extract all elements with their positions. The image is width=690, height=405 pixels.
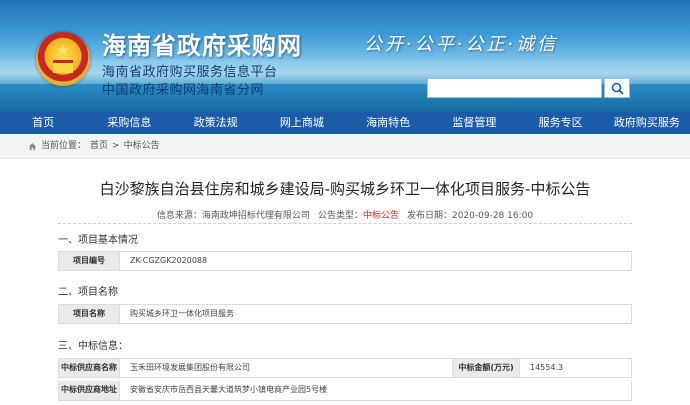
award-amount-label: 中标金额(万元) [452, 359, 520, 377]
site-title[interactable]: 海南省政府采购网 [102, 26, 302, 61]
home-icon [28, 142, 37, 151]
search-input[interactable] [427, 78, 602, 98]
title-divider [58, 223, 632, 224]
article-meta: 信息来源：海南政坤招标代理有限公司 公告类型：中标公告 发布日期：2020-09-2… [0, 208, 690, 221]
nav-item-service-zone[interactable]: 服务专区 [518, 112, 604, 134]
nav-item-home[interactable]: 首页 [0, 112, 86, 134]
search-icon [611, 82, 624, 95]
date-label: 发布日期： [406, 211, 452, 221]
search-button[interactable] [604, 78, 630, 98]
supplier-row: 中标供应商名称 玉禾田环境发展集团股份有限公司 中标金额(万元) 14554.3 [58, 358, 632, 378]
supplier-name-label: 中标供应商名称 [59, 359, 120, 377]
breadcrumb-separator: > [112, 141, 120, 151]
award-amount-value: 14554.3 [530, 363, 564, 372]
project-number-row: 项目编号 ZK-CGZGK2020088 [58, 251, 632, 271]
nav-item-hainan-features[interactable]: 海南特色 [345, 112, 431, 134]
nav-item-supervision[interactable]: 监督管理 [431, 112, 517, 134]
type-value: 中标公告 [362, 211, 399, 221]
supplier-address-value: 安徽省安庆市岳西县天馨大道筑梦小镇电商产业园5号楼 [130, 385, 328, 394]
project-number-value: ZK-CGZGK2020088 [130, 256, 208, 265]
source-value: 海南政坤招标代理有限公司 [201, 211, 310, 221]
breadcrumb-bar: 当前位置： 首页 > 中标公告 [0, 134, 690, 159]
breadcrumb: 当前位置： 首页 > 中标公告 [28, 134, 160, 158]
supplier-address-label: 中标供应商地址 [59, 381, 120, 400]
nav-item-procurement-info[interactable]: 采购信息 [86, 112, 172, 134]
project-name-label: 项目名称 [59, 305, 120, 323]
breadcrumb-current[interactable]: 中标公告 [124, 134, 160, 158]
main-nav: 首页 采购信息 政策法规 网上商城 海南特色 监督管理 服务专区 政府购买服务 [0, 112, 690, 134]
section-heading-award-info: 三、中标信息： [58, 341, 128, 352]
site-subtitle-2: 中国政府采购网海南省分网 [102, 83, 265, 98]
section-heading-project-name: 二、项目名称 [58, 287, 118, 298]
nav-item-online-mall[interactable]: 网上商城 [259, 112, 345, 134]
national-emblem-icon: ★ [36, 32, 90, 86]
project-name-row: 项目名称 购买城乡环卫一体化项目服务 [58, 304, 632, 324]
type-label: 公告类型： [317, 211, 363, 221]
project-name-value: 购买城乡环卫一体化项目服务 [130, 309, 234, 318]
slogan: 公开·公平·公正·诚信 [364, 34, 559, 55]
nav-item-gov-purchase-service[interactable]: 政府购买服务 [604, 112, 690, 134]
supplier-address-row: 中标供应商地址 安徽省安庆市岳西县天馨大道筑梦小镇电商产业园5号楼 [58, 381, 632, 401]
date-value: 2020-09-28 16:00 [451, 211, 534, 221]
breadcrumb-home-link[interactable]: 首页 [90, 134, 108, 158]
article-title: 白沙黎族自治县住房和城乡建设局-购买城乡环卫一体化项目服务-中标公告 [99, 180, 591, 198]
site-banner: ★ 海南省政府采购网 海南省政府购买服务信息平台 中国政府采购网海南省分网 公开… [0, 0, 690, 112]
nav-item-policies[interactable]: 政策法规 [173, 112, 259, 134]
supplier-name-value: 玉禾田环境发展集团股份有限公司 [130, 363, 250, 372]
breadcrumb-prefix: 当前位置： [41, 141, 87, 151]
section-heading-basic-info: 一、项目基本情况 [58, 235, 138, 246]
site-subtitle-1: 海南省政府购买服务信息平台 [102, 65, 278, 80]
source-label: 信息来源： [156, 211, 202, 221]
project-number-label: 项目编号 [59, 252, 120, 270]
